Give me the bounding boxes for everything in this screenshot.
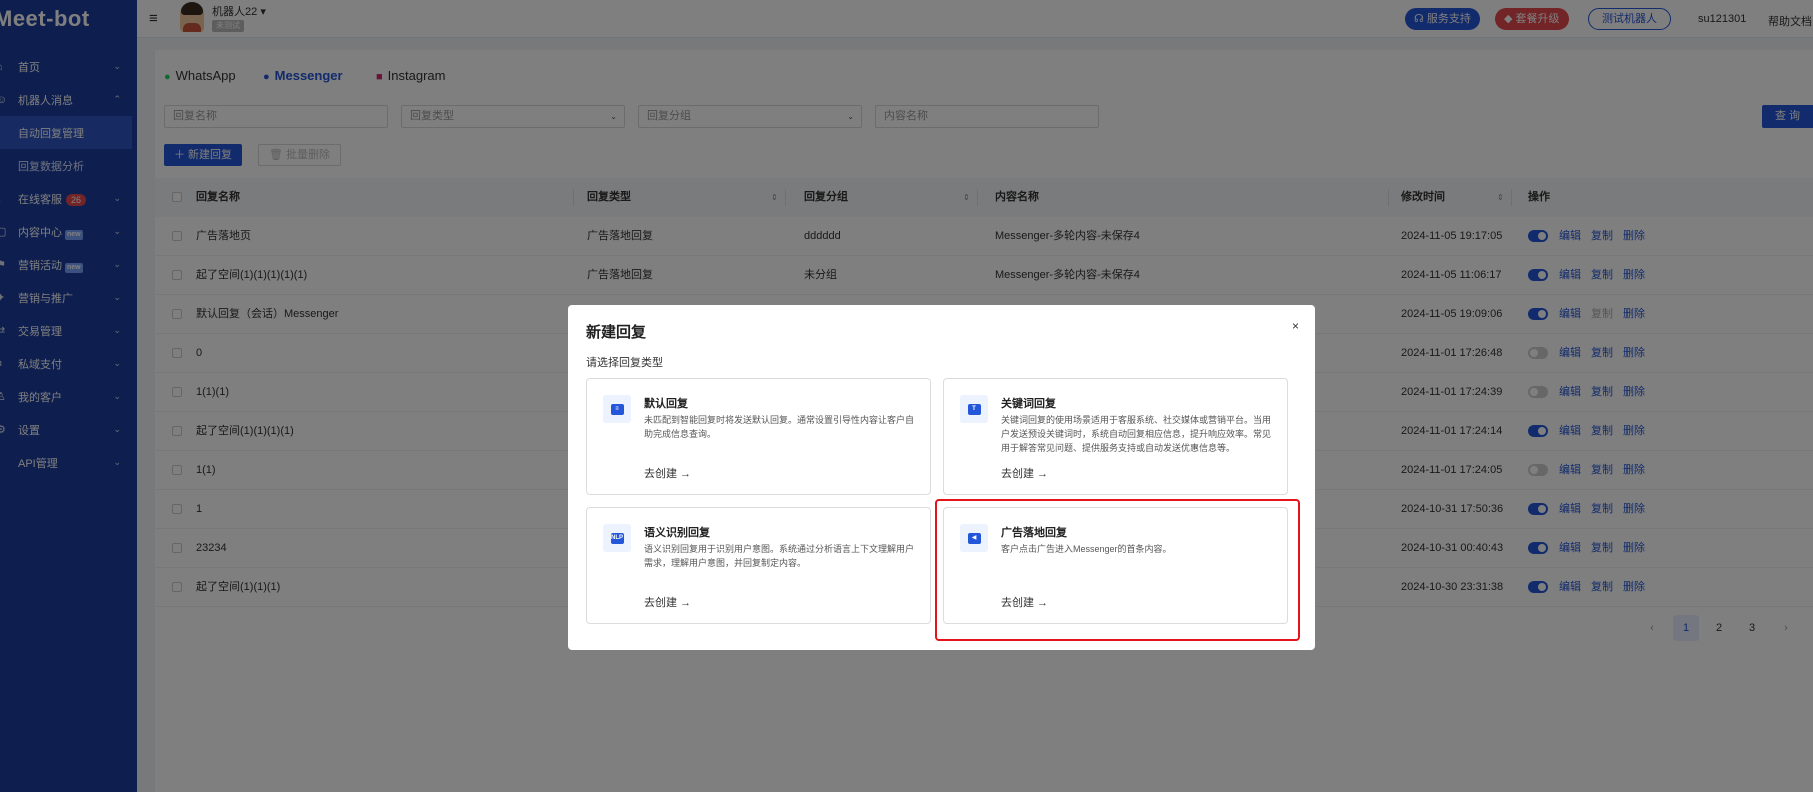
create-default-reply-link[interactable]: 去创建 → — [644, 465, 691, 481]
card-nlp-reply[interactable]: NLP 语义识别回复 语义识别回复用于识别用户意图。系统通过分析语言上下文理解用… — [586, 507, 931, 624]
modal-subtitle: 请选择回复类型 — [586, 357, 663, 369]
card-title: 默认回复 — [644, 398, 688, 410]
modal-title: 新建回复 — [586, 324, 647, 341]
card-keyword-reply[interactable]: T 关键词回复 关键词回复的使用场景适用于客服系统、社交媒体或营销平台。当用户发… — [943, 378, 1288, 495]
create-keyword-reply-link[interactable]: 去创建 → — [1001, 465, 1048, 481]
chat-icon-glyph: ≡ — [610, 403, 624, 415]
keyword-icon: T — [960, 395, 988, 423]
card-description: 关键词回复的使用场景适用于客服系统、社交媒体或营销平台。当用户发送预设关键词时，… — [1001, 415, 1272, 453]
create-nlp-reply-link[interactable]: 去创建 → — [644, 594, 691, 610]
card-description: 未匹配到智能回复时将发送默认回复。通常设置引导性内容让客户自助完成信息查询。 — [644, 415, 915, 439]
card-title: 语义识别回复 — [644, 527, 710, 539]
card-title: 关键词回复 — [1001, 398, 1056, 410]
chat-icon: ≡ — [603, 395, 631, 423]
nlp-icon: NLP — [603, 524, 631, 552]
close-icon[interactable]: × — [1292, 319, 1299, 333]
nlp-icon-glyph: NLP — [610, 532, 624, 544]
highlight-box — [935, 499, 1300, 641]
card-description: 语义识别回复用于识别用户意图。系统通过分析语言上下文理解用户需求，理解用户意图，… — [644, 544, 915, 568]
keyword-icon-glyph: T — [967, 403, 981, 415]
card-default-reply[interactable]: ≡ 默认回复 未匹配到智能回复时将发送默认回复。通常设置引导性内容让客户自助完成… — [586, 378, 931, 495]
